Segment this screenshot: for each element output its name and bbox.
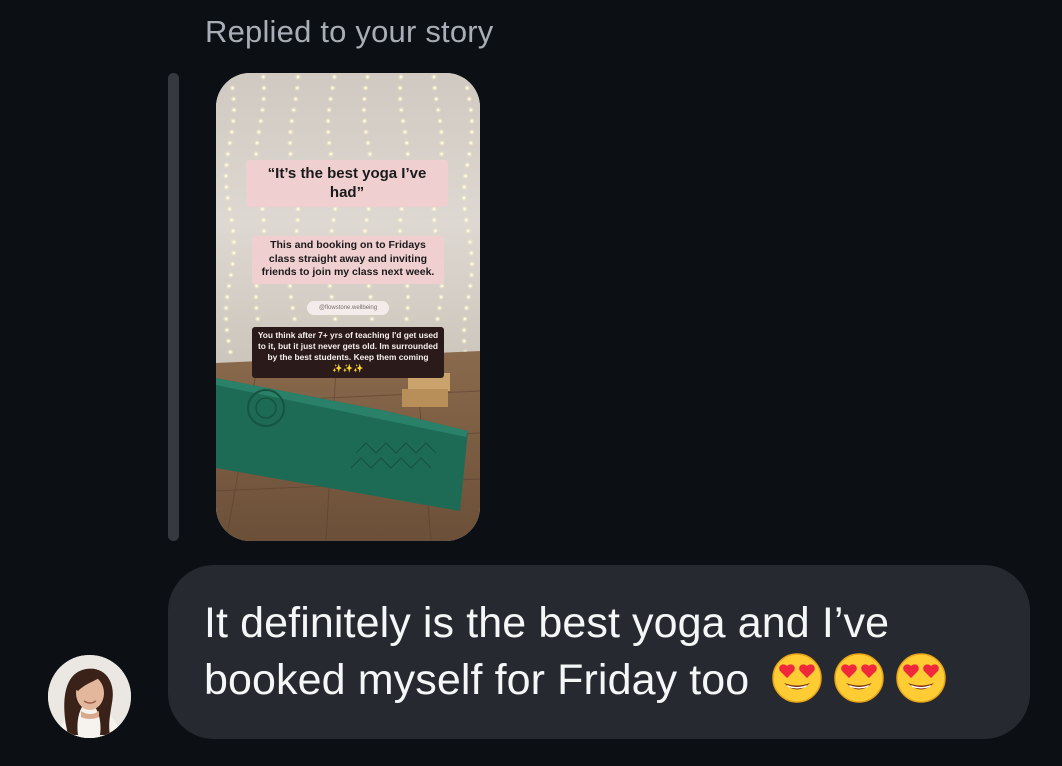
yoga-blocks — [402, 373, 450, 407]
story-caption-text: You think after 7+ yrs of teaching I'd g… — [257, 330, 439, 362]
story-preview[interactable]: “It’s the best yoga I’ve had” This and b… — [216, 73, 480, 541]
story-body-sticker: This and booking on to Fridays class str… — [252, 236, 444, 284]
sparkles-emoji: ✨✨✨ — [332, 363, 364, 373]
heart-eyes-emoji — [771, 652, 823, 704]
replied-to-story-label: Replied to your story — [205, 14, 494, 49]
dm-thread: Replied to your story “It’s the best yog… — [0, 0, 1062, 766]
message-text-line: It definitely is the best yoga and I’ve … — [204, 595, 990, 709]
message-bubble[interactable]: It definitely is the best yoga and I’ve … — [168, 565, 1030, 739]
heart-eyes-emoji — [833, 652, 885, 704]
story-quote-sticker: “It’s the best yoga I’ve had” — [246, 160, 448, 207]
sender-avatar[interactable] — [48, 655, 131, 738]
story-caption-sticker: You think after 7+ yrs of teaching I'd g… — [252, 327, 444, 378]
reply-quote-bar — [168, 73, 179, 541]
avatar-photo — [48, 655, 131, 738]
heart-eyes-emoji — [895, 652, 947, 704]
story-handle-sticker: @flowstone.wellbeing — [307, 301, 389, 315]
